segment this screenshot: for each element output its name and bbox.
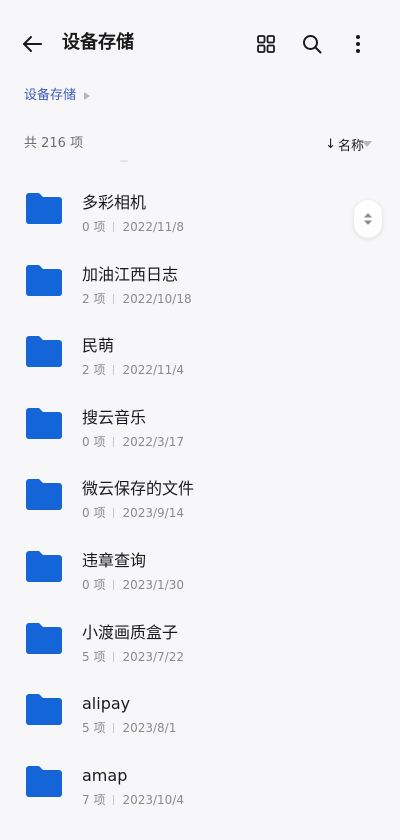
modified-date: 2022/10/18 [122, 291, 192, 306]
breadcrumb: 设备存储 [24, 86, 91, 106]
divider [113, 794, 115, 805]
divider [113, 436, 115, 447]
page-title: 设备存储 [62, 32, 134, 53]
divider [120, 160, 128, 162]
file-name: 多彩相机 [82, 193, 147, 212]
file-meta: 0 项 2023/9/14 [82, 504, 184, 522]
dropdown-caret-icon[interactable] [362, 141, 372, 147]
divider [113, 365, 115, 376]
modified-date: 2022/11/8 [122, 220, 184, 234]
scroll-arrows-icon [364, 213, 372, 225]
item-count-label: 2 项 [82, 291, 106, 306]
folder-icon [26, 193, 62, 224]
modified-date: 2022/3/17 [122, 434, 184, 449]
arrow-down-icon: ↓ [325, 136, 336, 152]
folder-icon [26, 264, 62, 296]
modified-date: 2023/10/4 [122, 792, 184, 807]
modified-date: 2023/9/14 [122, 506, 184, 521]
file-meta: 5 项 2023/7/22 [82, 648, 184, 666]
divider [113, 222, 115, 232]
search-button[interactable] [296, 28, 328, 60]
file-meta: 7 项 2023/10/4 [82, 791, 184, 809]
modified-date: 2023/8/1 [122, 721, 177, 736]
file-name: 微云保存的文件 [82, 479, 195, 499]
file-name: 加油江西日志 [82, 264, 179, 284]
list-item[interactable]: 微云保存的文件 0 项 2023/9/14 [0, 464, 400, 536]
item-count: 共 216 项 [24, 136, 84, 151]
sort-label: 名称 [337, 138, 364, 154]
more-options-button[interactable] [342, 28, 374, 60]
folder-icon [26, 694, 62, 726]
item-count-label: 0 项 [82, 220, 106, 234]
divider [113, 508, 115, 519]
divider [113, 579, 115, 590]
modified-date: 2023/7/22 [122, 649, 184, 664]
folder-icon [26, 765, 62, 797]
file-meta: 2 项 2022/10/18 [82, 290, 192, 308]
item-count-label: 5 项 [82, 721, 106, 736]
item-count-label: 0 项 [82, 434, 106, 449]
breadcrumb-item-device-storage[interactable]: 设备存储 [24, 86, 76, 106]
file-meta: 0 项 2022/3/17 [82, 433, 184, 451]
divider [113, 651, 115, 662]
grid-view-icon [257, 35, 275, 53]
file-manager-screen: 设备存储 设备存储 共 216 项 ↓ 名称 多彩相机 0 项 2022/11/… [0, 0, 400, 840]
file-name: 违章查询 [82, 550, 147, 570]
back-arrow-icon [23, 36, 42, 52]
item-count-label: 7 项 [82, 792, 106, 807]
search-icon [303, 35, 322, 54]
list-item[interactable]: 加油江西日志 2 项 2022/10/18 [0, 250, 400, 322]
list-item[interactable]: 多彩相机 0 项 2022/11/8 [0, 178, 400, 250]
file-meta: 2 项 2022/11/4 [82, 361, 184, 379]
file-meta: 0 项 2022/11/8 [82, 218, 184, 236]
list-item[interactable]: alipay 5 项 2023/8/1 [0, 679, 400, 751]
list-item[interactable]: 民萌 2 项 2022/11/4 [0, 321, 400, 393]
item-count-label: 5 项 [82, 649, 106, 664]
file-name: 民萌 [82, 336, 115, 356]
list-item[interactable]: 搜云音乐 0 项 2022/3/17 [0, 393, 400, 465]
divider [113, 723, 115, 734]
view-toggle-button[interactable] [250, 28, 282, 60]
more-vert-icon [356, 35, 360, 53]
divider [113, 293, 115, 304]
back-button[interactable] [16, 28, 48, 60]
folder-icon [26, 622, 62, 654]
file-list: 多彩相机 0 项 2022/11/8 加油江西日志 2 项 2022/10/18 民萌 2 项… [0, 178, 400, 822]
item-count-label: 0 项 [82, 506, 106, 521]
folder-icon [26, 479, 62, 511]
list-item[interactable]: 违章查询 0 项 2023/1/30 [0, 536, 400, 608]
fast-scroll-handle[interactable] [354, 200, 382, 238]
top-app-bar: 设备存储 [0, 0, 400, 86]
file-meta: 5 项 2023/8/1 [82, 719, 176, 737]
folder-icon [26, 407, 62, 439]
modified-date: 2022/11/4 [122, 363, 184, 378]
chevron-right-icon [84, 92, 91, 100]
list-item[interactable]: amap 7 项 2023/10/4 [0, 751, 400, 823]
file-name: 搜云音乐 [82, 407, 147, 427]
folder-icon [26, 336, 62, 368]
file-name: amap [82, 765, 128, 785]
sort-button[interactable]: ↓ 名称 [325, 134, 364, 154]
file-name: 小渡画质盒子 [82, 622, 179, 642]
item-count-label: 2 项 [82, 363, 106, 378]
modified-date: 2023/1/30 [122, 577, 184, 592]
file-meta: 0 项 2023/1/30 [82, 576, 184, 594]
item-count-label: 0 项 [82, 577, 106, 592]
file-name: alipay [82, 694, 131, 714]
folder-icon [26, 550, 62, 582]
list-item[interactable]: 小渡画质盒子 5 项 2023/7/22 [0, 608, 400, 680]
